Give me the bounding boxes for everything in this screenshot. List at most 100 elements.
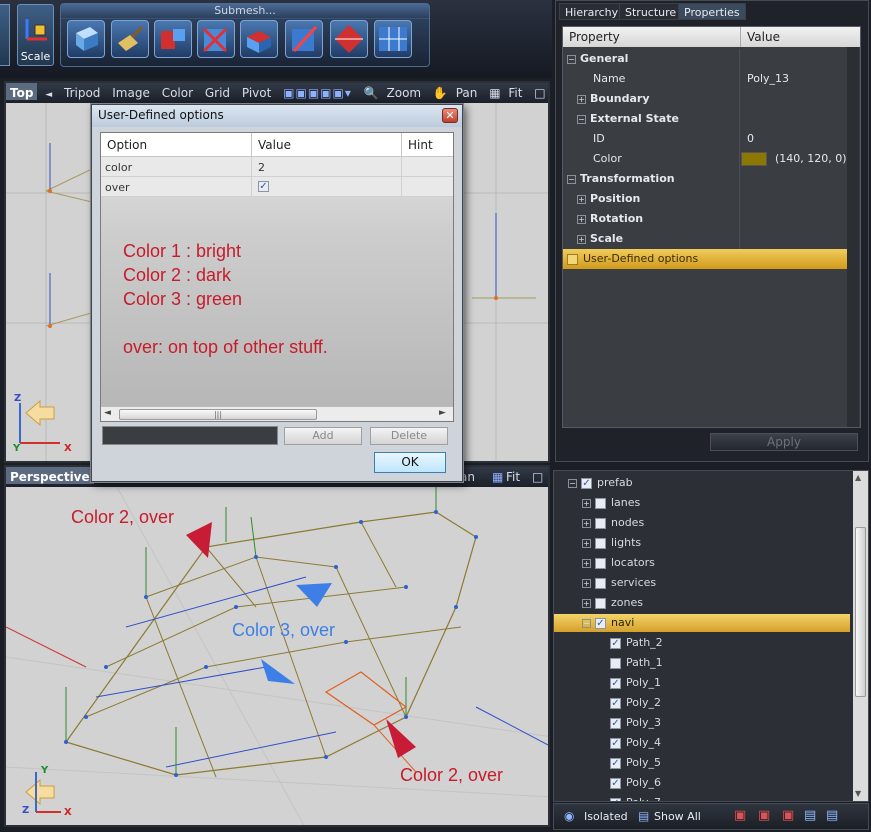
property-row[interactable]: + Position [563,189,847,209]
pan-button[interactable]: Pan [456,83,482,100]
tree-item[interactable]: − ✓ navi [554,614,850,632]
collapse-icon[interactable]: − [568,478,577,488]
submesh-tool-6[interactable] [285,20,323,58]
expand-icon[interactable]: + [582,498,591,508]
show-all-icon[interactable]: ▤ [638,809,649,823]
zoom-icon[interactable]: 🔍 [360,83,383,100]
scroll-left-icon[interactable]: ◄ [104,408,111,418]
ok-button[interactable]: OK [374,452,446,473]
delete-button[interactable]: Delete [370,427,448,445]
tree-checkbox[interactable] [595,597,606,609]
value-cell[interactable]: ✓ [251,177,280,197]
collapse-icon[interactable]: − [567,174,576,184]
submesh-tool-cube[interactable] [67,20,105,58]
fit-button[interactable]: Fit [508,83,526,100]
tab-top[interactable]: Top [6,83,38,100]
property-row[interactable]: ID 0 [563,129,847,149]
tree-item[interactable]: + nodes [554,514,850,532]
tree-item[interactable]: ✓ Poly_1 [554,674,850,692]
tree-item[interactable]: ✓ Path_2 [554,634,850,652]
tree-tool-icon-5[interactable]: ▤ [826,808,838,823]
tree-item[interactable]: ✓ Poly_7 [554,794,850,801]
tree-item[interactable]: ✓ Poly_5 [554,754,850,772]
scale-button[interactable]: Scale [17,4,54,66]
property-row[interactable]: − External State [563,109,847,129]
submesh-tool-5[interactable] [240,20,278,58]
menu-pivot[interactable]: Pivot [238,83,275,100]
property-row[interactable]: User-Defined options [563,249,847,269]
property-row[interactable]: + Rotation [563,209,847,229]
menu-arrow-icon[interactable]: ◄ [41,87,56,100]
tree-item[interactable]: ✓ Poly_2 [554,694,850,712]
tab-perspective[interactable]: Perspective [6,467,94,484]
tree-checkbox[interactable]: ✓ [610,637,621,649]
dialog-title-bar[interactable]: User-Defined options ✕ [92,105,462,127]
tree-checkbox[interactable] [610,657,621,669]
property-row[interactable]: + Boundary [563,89,847,109]
property-value[interactable]: Poly_13 [747,72,789,85]
tree-item[interactable]: + services [554,574,850,592]
tree-checkbox[interactable] [595,537,606,549]
isolated-button[interactable]: Isolated [584,810,628,823]
tree-checkbox[interactable] [595,517,606,529]
submesh-tool-4[interactable] [197,20,235,58]
property-row[interactable]: − General [563,49,847,69]
submesh-tool-3[interactable] [154,20,192,58]
scroll-down-icon[interactable]: ▼ [855,789,861,798]
expand-icon[interactable]: + [582,518,591,528]
apply-button[interactable]: Apply [710,433,858,451]
collapse-icon[interactable]: − [567,54,576,64]
tree-checkbox[interactable]: ✓ [581,477,592,489]
col-option[interactable]: Option [107,138,147,152]
table-row[interactable]: color 2 [101,157,453,177]
tree-checkbox[interactable]: ✓ [610,677,621,689]
tree-checkbox[interactable]: ✓ [610,777,621,789]
add-button[interactable]: Add [284,427,362,445]
scroll-thumb[interactable]: ||| [119,409,317,420]
close-icon[interactable]: ✕ [442,108,458,123]
tree-item[interactable]: − ✓ prefab [554,474,850,492]
property-row[interactable]: − Transformation [563,169,847,189]
expand-icon[interactable]: + [582,538,591,548]
tree-checkbox[interactable] [595,497,606,509]
tree-checkbox[interactable]: ✓ [610,797,621,801]
col-value[interactable]: Value [251,133,297,157]
tree-tool-icon-2[interactable]: ▣ [758,808,770,823]
tree-tool-icon-4[interactable]: ▤ [804,808,816,823]
tree-checkbox[interactable] [595,577,606,589]
property-row[interactable]: Name Poly_13 [563,69,847,89]
expand-icon[interactable]: + [577,214,586,224]
tree-item[interactable]: + locators [554,554,850,572]
property-value[interactable]: 0 [747,132,754,145]
fit-icon[interactable]: ▦ [485,83,504,100]
expand-icon[interactable]: + [577,94,586,104]
over-checkbox[interactable]: ✓ [258,180,269,192]
horizontal-scrollbar[interactable]: ◄ ||| ► [101,406,453,421]
tree-scroll-thumb[interactable] [855,527,866,697]
tree-scrollbar[interactable]: ▲ ▼ [853,471,868,801]
expand-icon[interactable]: + [582,598,591,608]
menu-image[interactable]: Image [108,83,154,100]
checkbox-icon[interactable] [567,253,578,265]
submesh-tool-8[interactable] [374,20,412,58]
col-hint[interactable]: Hint [401,133,439,157]
perspective-viewport[interactable]: Y X Z Perspective an ▦ Fit □ Color 2, ov… [4,465,550,827]
color-swatch[interactable] [741,152,767,166]
new-option-input[interactable] [102,426,278,445]
zoom-button[interactable]: Zoom [387,83,426,100]
tree-checkbox[interactable]: ✓ [610,737,621,749]
tree-item[interactable]: ✓ Poly_3 [554,714,850,732]
tree-tool-icon-3[interactable]: ▣ [782,808,794,823]
persp-fit-button[interactable]: Fit [502,467,524,484]
view-mode-icons[interactable]: ▣▣▣▣▣▾ [279,83,356,100]
persp-maximize-icon[interactable]: □ [528,467,547,484]
isolated-icon[interactable]: ◉ [564,809,574,823]
tree-item[interactable]: Path_1 [554,654,850,672]
property-row[interactable]: + Scale [563,229,847,249]
pan-icon[interactable]: ✋ [429,83,452,100]
tree-checkbox[interactable]: ✓ [610,697,621,709]
show-all-button[interactable]: Show All [654,810,701,823]
submesh-tool-brush[interactable] [111,20,149,58]
maximize-icon[interactable]: □ [530,83,548,100]
scroll-right-icon[interactable]: ► [439,408,446,418]
